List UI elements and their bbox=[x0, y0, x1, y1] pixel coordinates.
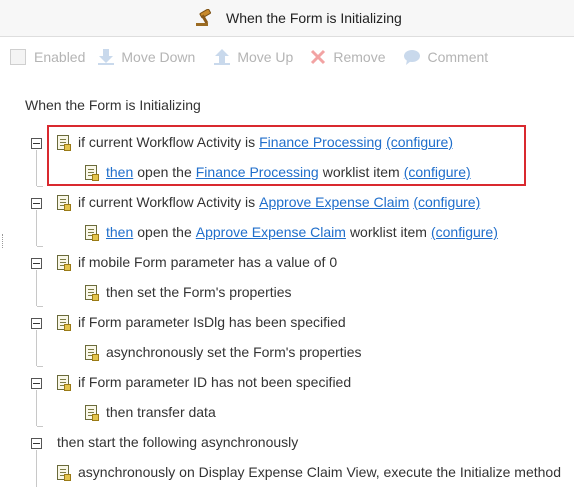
then-link[interactable]: then bbox=[106, 224, 133, 240]
rule-condition[interactable]: if mobile Form parameter has a value of … bbox=[57, 251, 337, 273]
collapse-toggle[interactable] bbox=[31, 258, 42, 269]
configure-link[interactable]: (configure) bbox=[413, 194, 480, 210]
move-up-icon bbox=[213, 48, 231, 66]
condition-text: if Form parameter IsDlg has been specifi… bbox=[78, 314, 346, 330]
action-text: asynchronously on Display Expense Claim … bbox=[78, 464, 561, 480]
comment-icon bbox=[403, 48, 421, 66]
rule-action[interactable]: asynchronously set the Form's properties bbox=[85, 341, 362, 363]
action-text: then transfer data bbox=[106, 404, 216, 420]
rule-action[interactable]: then set the Form's properties bbox=[85, 281, 292, 303]
enabled-checkbox[interactable] bbox=[10, 49, 26, 65]
action-icon bbox=[85, 344, 99, 361]
remove-icon bbox=[309, 48, 327, 66]
comment-button[interactable]: Comment bbox=[403, 48, 488, 66]
move-up-label: Move Up bbox=[237, 49, 294, 65]
rule-action[interactable]: asynchronously on Display Expense Claim … bbox=[57, 461, 561, 483]
rule-condition[interactable]: if Form parameter ID has not been specif… bbox=[57, 371, 351, 393]
comment-label: Comment bbox=[427, 49, 489, 65]
enabled-toggle[interactable]: Enabled bbox=[10, 49, 85, 65]
action-icon bbox=[57, 464, 71, 481]
rule-toolbar: Enabled Move Down Move Up Remove Comment bbox=[0, 37, 574, 77]
rule-icon bbox=[57, 254, 71, 271]
move-up-button[interactable]: Move Up bbox=[213, 48, 293, 66]
action-icon bbox=[85, 224, 99, 241]
rule-action[interactable]: then open the Approve Expense Claim work… bbox=[85, 221, 498, 243]
collapse-toggle[interactable] bbox=[31, 318, 42, 329]
root-event-label: When the Form is Initializing bbox=[25, 97, 201, 113]
move-down-icon bbox=[97, 48, 115, 66]
dialog-header: When the Form is Initializing bbox=[0, 0, 574, 37]
rule-icon bbox=[57, 374, 71, 391]
rule-condition[interactable]: if current Workflow Activity is Approve … bbox=[57, 191, 480, 213]
highlight-box bbox=[47, 125, 526, 186]
configure-link[interactable]: (configure) bbox=[431, 224, 498, 240]
condition-text: if mobile Form parameter has a value of … bbox=[78, 254, 338, 270]
gavel-icon bbox=[194, 8, 216, 27]
action-text: open the bbox=[137, 224, 192, 240]
condition-text: if Form parameter ID has not been specif… bbox=[78, 374, 352, 390]
rule-icon bbox=[57, 314, 71, 331]
enabled-label: Enabled bbox=[34, 49, 86, 65]
rule-condition[interactable]: then start the following asynchronously bbox=[57, 431, 298, 453]
dialog-title: When the Form is Initializing bbox=[226, 10, 402, 26]
rule-condition[interactable]: if Form parameter IsDlg has been specifi… bbox=[57, 311, 346, 333]
remove-label: Remove bbox=[333, 49, 386, 65]
action-value-link[interactable]: Approve Expense Claim bbox=[196, 224, 346, 240]
move-down-button[interactable]: Move Down bbox=[97, 48, 195, 66]
move-down-label: Move Down bbox=[121, 49, 196, 65]
action-text: asynchronously set the Form's properties bbox=[106, 344, 362, 360]
condition-value-link[interactable]: Approve Expense Claim bbox=[259, 194, 409, 210]
collapse-toggle[interactable] bbox=[31, 198, 42, 209]
collapse-toggle[interactable] bbox=[31, 138, 42, 149]
action-icon bbox=[85, 404, 99, 421]
action-text: worklist item bbox=[349, 224, 427, 240]
collapse-toggle[interactable] bbox=[31, 378, 42, 389]
rule-icon bbox=[57, 194, 71, 211]
condition-text: if current Workflow Activity is bbox=[78, 194, 256, 210]
action-text: then set the Form's properties bbox=[106, 284, 292, 300]
action-icon bbox=[85, 284, 99, 301]
condition-text: then start the following asynchronously bbox=[57, 434, 299, 450]
rule-action[interactable]: then transfer data bbox=[85, 401, 216, 423]
remove-button[interactable]: Remove bbox=[309, 48, 385, 66]
resize-grip[interactable] bbox=[2, 234, 4, 248]
collapse-toggle[interactable] bbox=[31, 438, 42, 449]
